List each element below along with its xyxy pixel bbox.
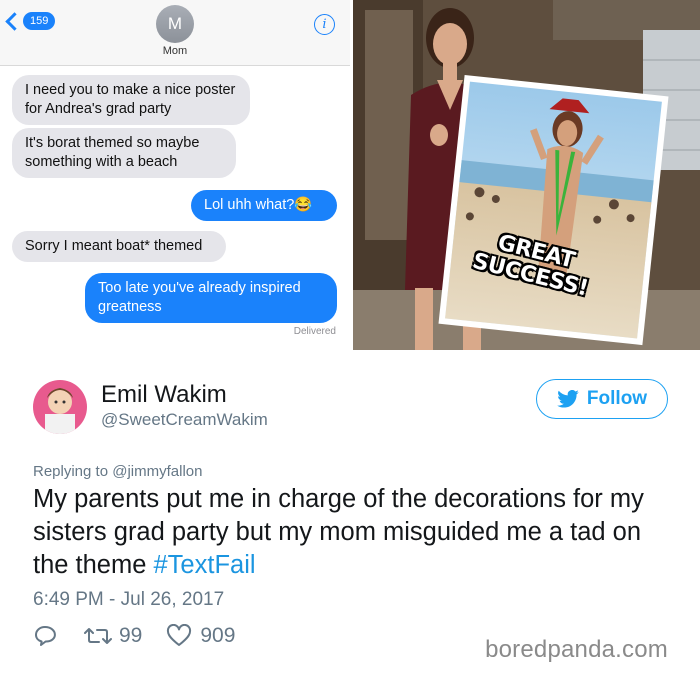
back-button[interactable]: 159 (5, 11, 56, 31)
photo-illustration (353, 0, 700, 350)
reply-mention-link[interactable]: @jimmyfallon (112, 463, 202, 480)
follow-label: Follow (586, 388, 648, 409)
hashtag-link[interactable]: #TextFail (154, 551, 256, 579)
message-bubble-sent: Lol uhh what?😂 (191, 190, 337, 221)
avatar[interactable] (33, 380, 87, 434)
message-bubble-received: It's borat themed so maybe something wit… (12, 128, 236, 178)
retweet-count: 99 (119, 624, 143, 647)
retweet-icon (84, 628, 112, 644)
twitter-bird-icon (557, 390, 579, 408)
replying-to: Replying to @jimmyfallon (33, 463, 202, 480)
imessage-screenshot: 159 M Mom i I need you to make a nice po… (0, 0, 350, 348)
retweet-button[interactable]: 99 (83, 624, 142, 648)
delivered-status: Delivered (293, 326, 336, 337)
tweet-actions: 99 909 (33, 624, 235, 648)
author-name[interactable]: Emil Wakim (101, 381, 227, 409)
reply-button[interactable] (33, 624, 57, 648)
tweet-timestamp[interactable]: 6:49 PM - Jul 26, 2017 (33, 589, 224, 611)
reply-icon (35, 626, 56, 646)
like-button[interactable]: 909 (166, 624, 235, 648)
avatar-image (33, 380, 87, 434)
watermark: boredpanda.com (485, 636, 668, 663)
imessage-header: 159 M Mom i (0, 0, 350, 66)
tweet-text: My parents put me in charge of the decor… (33, 483, 673, 582)
message-bubble-sent: Too late you've already inspired greatne… (85, 273, 337, 323)
like-count: 909 (200, 624, 236, 647)
tweet-body: My parents put me in charge of the decor… (33, 485, 644, 579)
heart-icon (167, 624, 192, 646)
message-bubble-received: Sorry I meant boat* themed (12, 231, 226, 262)
message-bubble-received: I need you to make a nice poster for And… (12, 75, 250, 125)
info-icon[interactable]: i (314, 14, 335, 35)
back-chevron-icon (5, 11, 24, 31)
follow-button[interactable]: Follow (536, 379, 668, 419)
reply-prefix: Replying to (33, 463, 109, 480)
tweet-card: Emil Wakim @SweetCreamWakim Follow Reply… (0, 350, 700, 683)
contact-avatar[interactable]: M (156, 5, 194, 43)
party-photo: GREAT SUCCESS! (353, 0, 700, 350)
contact-name[interactable]: Mom (0, 45, 350, 57)
author-handle[interactable]: @SweetCreamWakim (101, 410, 268, 430)
unread-count-badge: 159 (23, 12, 56, 30)
